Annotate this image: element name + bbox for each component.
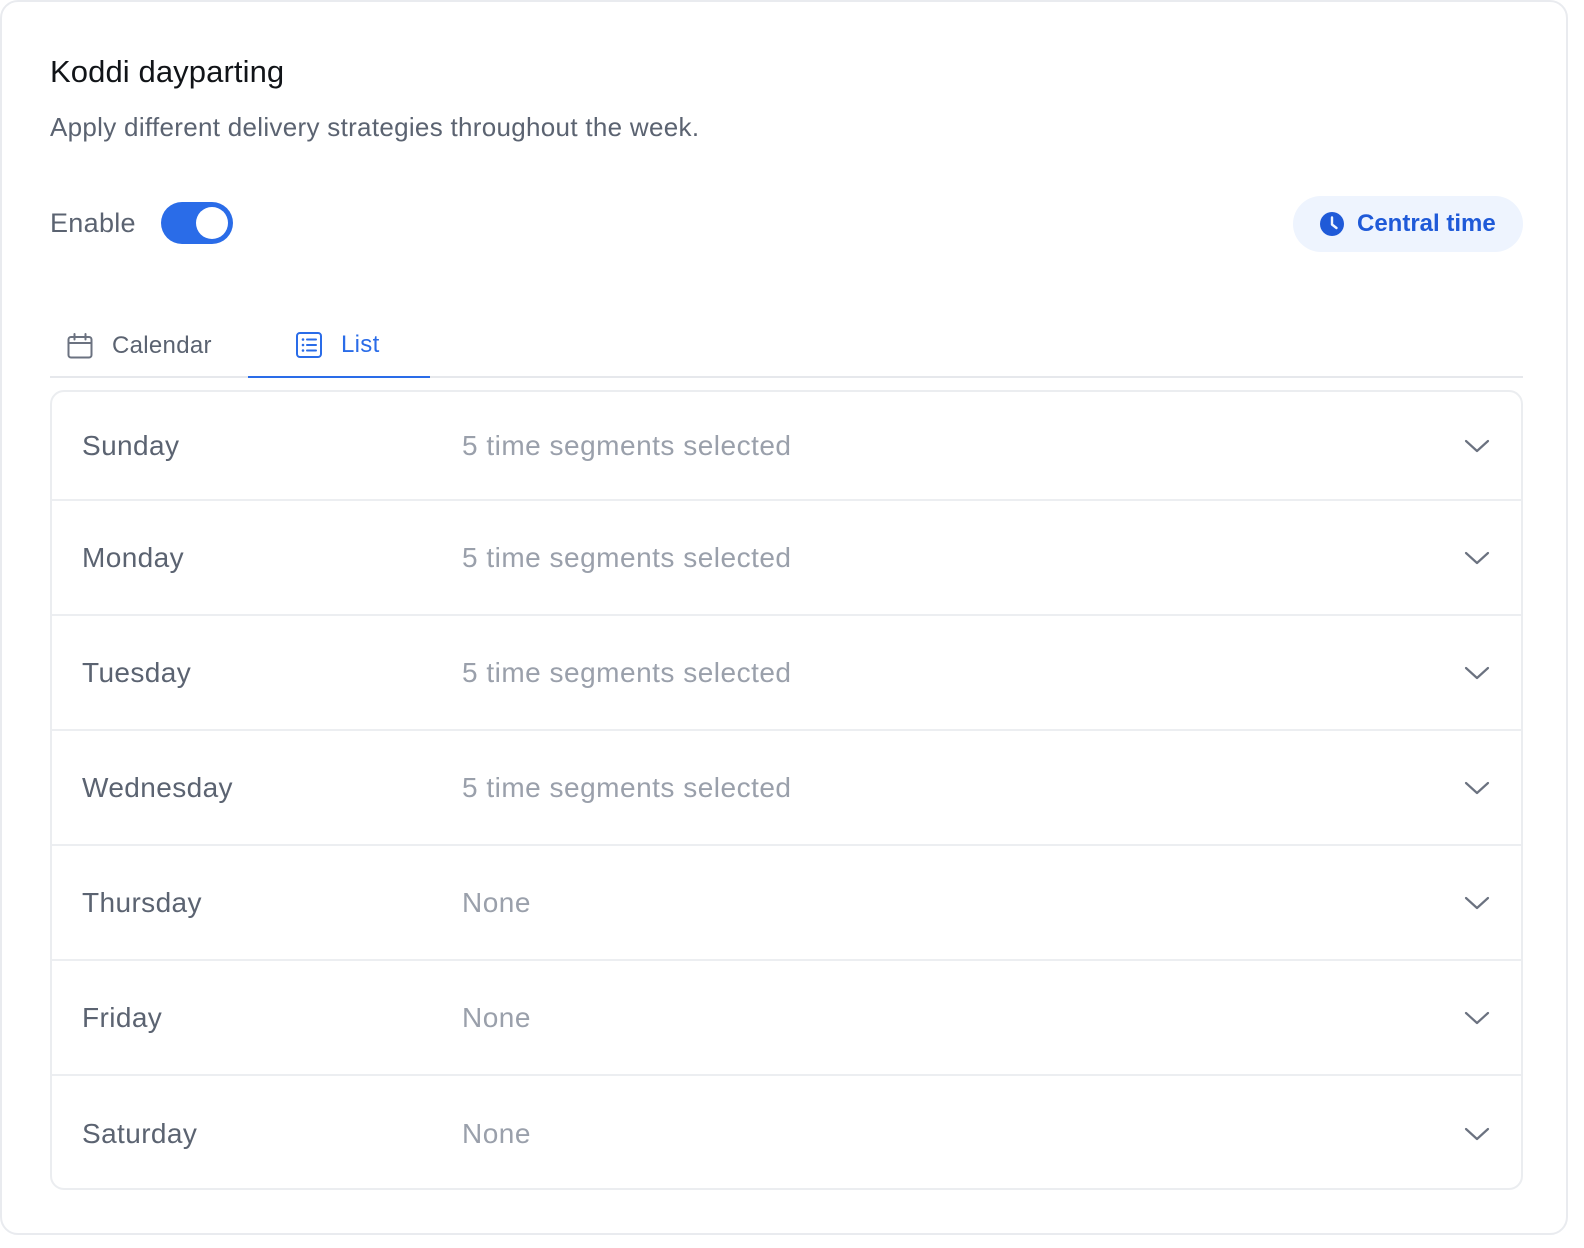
day-segments-summary: 5 time segments selected xyxy=(462,541,792,573)
day-name: Sunday xyxy=(82,429,180,461)
day-row-saturday[interactable]: Saturday None xyxy=(52,1076,1521,1188)
day-row-wednesday[interactable]: Wednesday 5 time segments selected xyxy=(52,731,1521,846)
day-row-tuesday[interactable]: Tuesday 5 time segments selected xyxy=(52,616,1521,731)
clock-icon xyxy=(1319,211,1345,237)
page-subtitle: Apply different delivery strategies thro… xyxy=(50,112,700,142)
day-name: Friday xyxy=(82,1001,163,1033)
day-segments-summary: 5 time segments selected xyxy=(462,429,792,461)
enable-toggle[interactable] xyxy=(160,202,233,244)
day-segments-summary: None xyxy=(462,886,531,918)
enable-row: Enable xyxy=(50,202,233,244)
day-list: Sunday 5 time segments selected Monday 5… xyxy=(50,390,1523,1190)
day-segments-summary: None xyxy=(462,1117,531,1149)
view-tabs: Calendar List xyxy=(50,314,1523,378)
day-name: Tuesday xyxy=(82,656,192,688)
chevron-down-icon[interactable] xyxy=(1463,1010,1491,1026)
chevron-down-icon[interactable] xyxy=(1463,438,1491,454)
tab-calendar-label: Calendar xyxy=(112,332,212,359)
day-name: Thursday xyxy=(82,886,202,918)
chevron-down-icon[interactable] xyxy=(1463,1126,1491,1142)
enable-label: Enable xyxy=(50,207,136,238)
tab-list-label: List xyxy=(341,331,380,358)
day-segments-summary: 5 time segments selected xyxy=(462,656,792,688)
day-name: Monday xyxy=(82,541,185,573)
calendar-icon xyxy=(66,332,94,360)
chevron-down-icon[interactable] xyxy=(1463,895,1491,911)
chevron-down-icon[interactable] xyxy=(1463,665,1491,681)
day-row-monday[interactable]: Monday 5 time segments selected xyxy=(52,501,1521,616)
timezone-label: Central time xyxy=(1357,210,1496,237)
dayparting-card: Koddi dayparting Apply different deliver… xyxy=(0,0,1568,1235)
timezone-button[interactable]: Central time xyxy=(1293,196,1523,252)
tab-list[interactable]: List xyxy=(248,314,430,378)
day-row-friday[interactable]: Friday None xyxy=(52,961,1521,1076)
page-title: Koddi dayparting xyxy=(50,54,285,89)
toggle-knob xyxy=(195,207,228,239)
chevron-down-icon[interactable] xyxy=(1463,550,1491,566)
day-row-thursday[interactable]: Thursday None xyxy=(52,846,1521,961)
day-segments-summary: None xyxy=(462,1001,531,1033)
day-row-sunday[interactable]: Sunday 5 time segments selected xyxy=(52,392,1521,501)
day-name: Wednesday xyxy=(82,771,233,803)
day-name: Saturday xyxy=(82,1117,198,1149)
tab-calendar[interactable]: Calendar xyxy=(66,314,212,378)
chevron-down-icon[interactable] xyxy=(1463,780,1491,796)
day-segments-summary: 5 time segments selected xyxy=(462,771,792,803)
list-icon xyxy=(295,331,323,359)
